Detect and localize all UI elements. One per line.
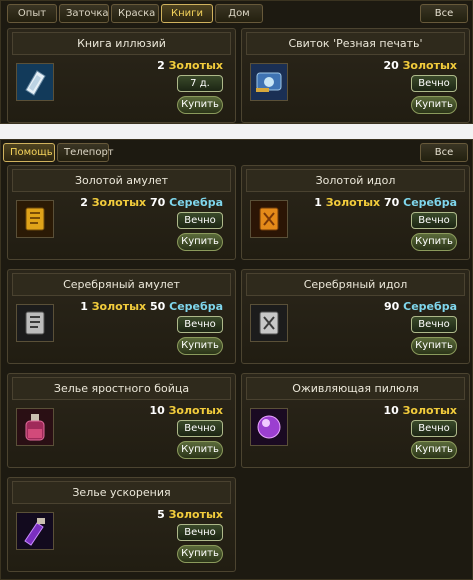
price-currency: Серебра: [403, 196, 457, 209]
price-amount: 2: [157, 59, 165, 72]
item-card: Оживляющая пилюля 10 Золотых Вечно Купит…: [241, 373, 470, 468]
price-currency: Золотых: [402, 59, 457, 72]
gold-amulet-icon[interactable]: [16, 200, 54, 238]
item-card: Золотой амулет 2 Золотых 70 Серебра Вечн…: [7, 165, 236, 260]
item-title: Оживляющая пилюля: [246, 377, 465, 400]
item-title: Золотой идол: [246, 169, 465, 192]
price-amount: 70: [149, 196, 166, 209]
price-amount: 1: [314, 196, 322, 209]
item-price: 2 Золотых: [157, 59, 223, 72]
item-title: Свиток 'Резная печать': [246, 32, 465, 55]
duration-badge: Вечно: [411, 212, 457, 229]
duration-badge: Вечно: [411, 316, 457, 333]
item-card: Зелье яростного бойца 10 Золотых Вечно К…: [7, 373, 236, 468]
price-amount: 90: [383, 300, 400, 313]
tab-help[interactable]: Помощь: [3, 143, 55, 162]
item-card: Серебряный амулет 1 Золотых 50 Серебра В…: [7, 269, 236, 364]
price-amount: 70: [383, 196, 400, 209]
price-currency: Золотых: [91, 300, 147, 313]
silver-amulet-icon[interactable]: [16, 304, 54, 342]
duration-badge: Вечно: [177, 524, 223, 541]
item-title: Серебряный идол: [246, 273, 465, 296]
revival-pill-icon[interactable]: [250, 408, 288, 446]
all-button[interactable]: Все: [420, 4, 468, 23]
shop-panel-help: Помощь Телепорт Все Золотой амулет 2 Зол…: [0, 139, 473, 580]
fury-potion-icon[interactable]: [16, 408, 54, 446]
tab-bar: Опыт Заточка Краска Книги Дом Все: [1, 1, 472, 27]
price-currency: Золотых: [402, 404, 457, 417]
duration-badge: Вечно: [177, 316, 223, 333]
item-price: 10 Золотых: [149, 404, 223, 417]
buy-button[interactable]: Купить: [177, 233, 223, 251]
carved-seal-scroll-icon[interactable]: [250, 63, 288, 101]
price-amount: 1: [80, 300, 88, 313]
price-currency: Золотых: [325, 196, 381, 209]
item-price: 90 Серебра: [384, 300, 457, 313]
divider: [0, 124, 473, 139]
duration-badge: Вечно: [177, 212, 223, 229]
item-price: 1 Золотых 70 Серебра: [314, 196, 457, 209]
buy-button[interactable]: Купить: [177, 441, 223, 459]
price-currency: Серебра: [403, 300, 457, 313]
item-price: 5 Золотых: [157, 508, 223, 521]
illusion-book-icon[interactable]: [16, 63, 54, 101]
item-card: Зелье ускорения 5 Золотых Вечно Купить: [7, 477, 236, 572]
item-card: Книга иллюзий 2 Золотых 7 д. Купить: [7, 28, 236, 123]
item-price: 2 Золотых 70 Серебра: [80, 196, 223, 209]
item-price: 1 Золотых 50 Серебра: [80, 300, 223, 313]
item-title: Книга иллюзий: [12, 32, 231, 55]
shop-panel-books: Опыт Заточка Краска Книги Дом Все Книга …: [0, 0, 473, 124]
tab-sharpening[interactable]: Заточка: [59, 4, 109, 23]
buy-button[interactable]: Купить: [177, 96, 223, 114]
tab-experience[interactable]: Опыт: [7, 4, 57, 23]
item-price: 10 Золотых: [383, 404, 457, 417]
price-amount: 2: [80, 196, 88, 209]
price-currency: Золотых: [91, 196, 147, 209]
price-currency: Золотых: [168, 59, 223, 72]
item-title: Серебряный амулет: [12, 273, 231, 296]
price-currency: Золотых: [168, 508, 223, 521]
duration-badge: Вечно: [177, 420, 223, 437]
price-amount: 10: [383, 404, 399, 417]
tab-house[interactable]: Дом: [215, 4, 263, 23]
duration-badge: Вечно: [411, 420, 457, 437]
price-amount: 20: [383, 59, 399, 72]
tab-teleport[interactable]: Телепорт: [57, 143, 114, 162]
price-currency: Золотых: [168, 404, 223, 417]
duration-badge: 7 д.: [177, 75, 223, 92]
item-title: Зелье яростного бойца: [12, 377, 231, 400]
all-button[interactable]: Все: [420, 143, 468, 162]
tab-dye[interactable]: Краска: [111, 4, 159, 23]
speed-potion-icon[interactable]: [16, 512, 54, 550]
duration-badge: Вечно: [411, 75, 457, 92]
item-card: Свиток 'Резная печать' 20 Золотых Вечно …: [241, 28, 470, 123]
silver-idol-icon[interactable]: [250, 304, 288, 342]
buy-button[interactable]: Купить: [411, 96, 457, 114]
price-amount: 50: [149, 300, 166, 313]
buy-button[interactable]: Купить: [411, 233, 457, 251]
gold-idol-icon[interactable]: [250, 200, 288, 238]
buy-button[interactable]: Купить: [177, 545, 223, 563]
price-amount: 5: [157, 508, 165, 521]
buy-button[interactable]: Купить: [411, 337, 457, 355]
price-amount: 10: [149, 404, 165, 417]
item-title: Зелье ускорения: [12, 481, 231, 504]
price-currency: Серебра: [169, 196, 223, 209]
tab-bar: Помощь Телепорт Все: [1, 140, 472, 166]
item-card: Золотой идол 1 Золотых 70 Серебра Вечно …: [241, 165, 470, 260]
item-price: 20 Золотых: [383, 59, 457, 72]
buy-button[interactable]: Купить: [177, 337, 223, 355]
item-title: Золотой амулет: [12, 169, 231, 192]
price-currency: Серебра: [169, 300, 223, 313]
buy-button[interactable]: Купить: [411, 441, 457, 459]
tab-books[interactable]: Книги: [161, 4, 213, 23]
item-card: Серебряный идол 90 Серебра Вечно Купить: [241, 269, 470, 364]
